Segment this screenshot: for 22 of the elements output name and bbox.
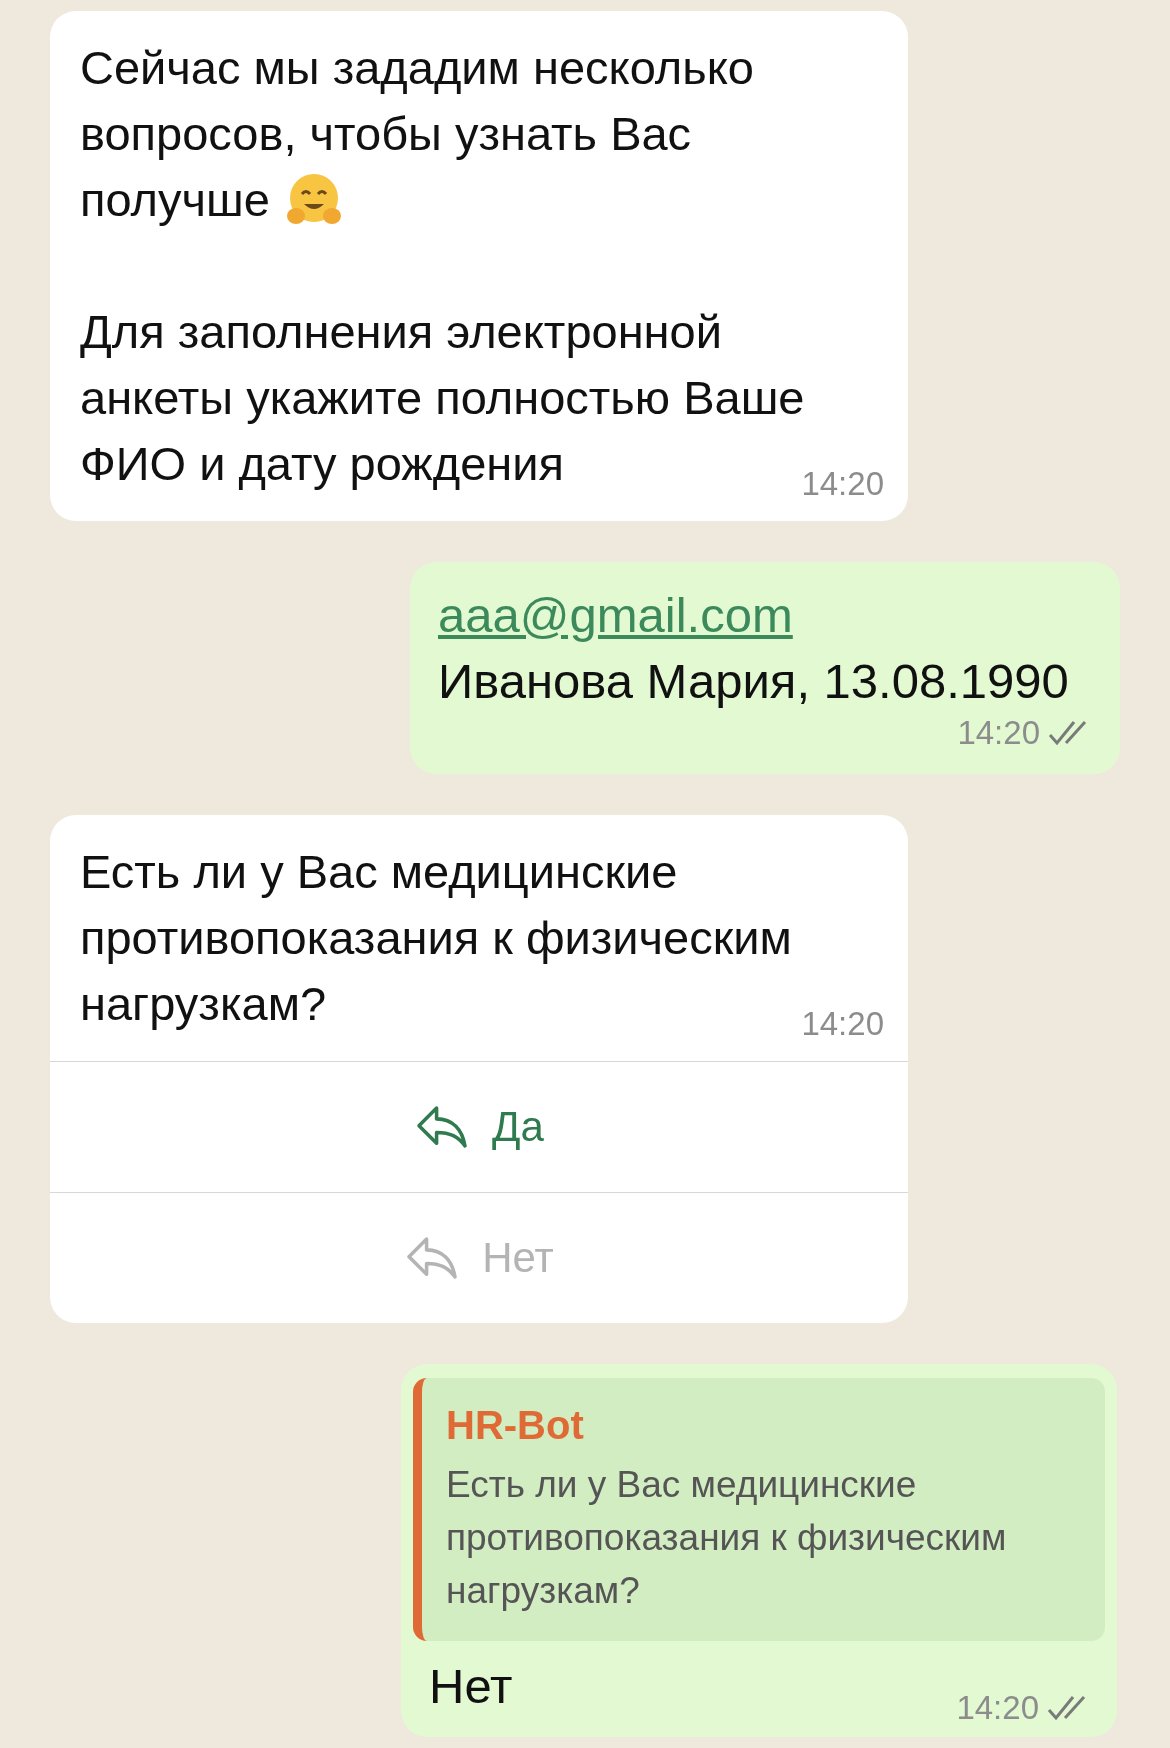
message-text: Нет: [429, 1659, 513, 1713]
message-text: Есть ли у Вас медицинские: [80, 844, 678, 900]
quote-text: противопоказания к физическим: [446, 1517, 1007, 1558]
message-time: 14:20: [801, 465, 884, 503]
message-time: 14:20: [957, 714, 1040, 752]
quick-reply-button[interactable]: Да: [50, 1061, 908, 1192]
email-link[interactable]: aaa@gmail.com: [438, 588, 793, 642]
message-text: анкеты укажите полностью Ваше: [80, 370, 805, 426]
quote-text: нагрузкам?: [446, 1570, 640, 1611]
quoted-message[interactable]: HR-Bot Есть ли у Вас медицинские противопоказания к физическим нагрузкам?: [413, 1378, 1105, 1641]
message-text: противопоказания к физическим: [80, 910, 792, 966]
message-text: нагрузкам?: [80, 976, 327, 1032]
message-text: ФИО и дату рождения: [80, 436, 564, 492]
message-text: Для заполнения электронной: [80, 304, 722, 360]
message-text: получше: [80, 172, 270, 228]
message-text: Иванова Мария, 13.08.1990: [438, 654, 1069, 708]
message-text: вопросов, чтобы узнать Вас: [80, 106, 692, 162]
quote-text: Есть ли у Вас медицинские: [446, 1464, 917, 1505]
message-text: Сейчас мы зададим несколько: [80, 40, 754, 96]
quote-author: HR-Bot: [446, 1402, 585, 1449]
message-time: 14:20: [956, 1689, 1039, 1727]
message-time: 14:20: [801, 1005, 884, 1043]
